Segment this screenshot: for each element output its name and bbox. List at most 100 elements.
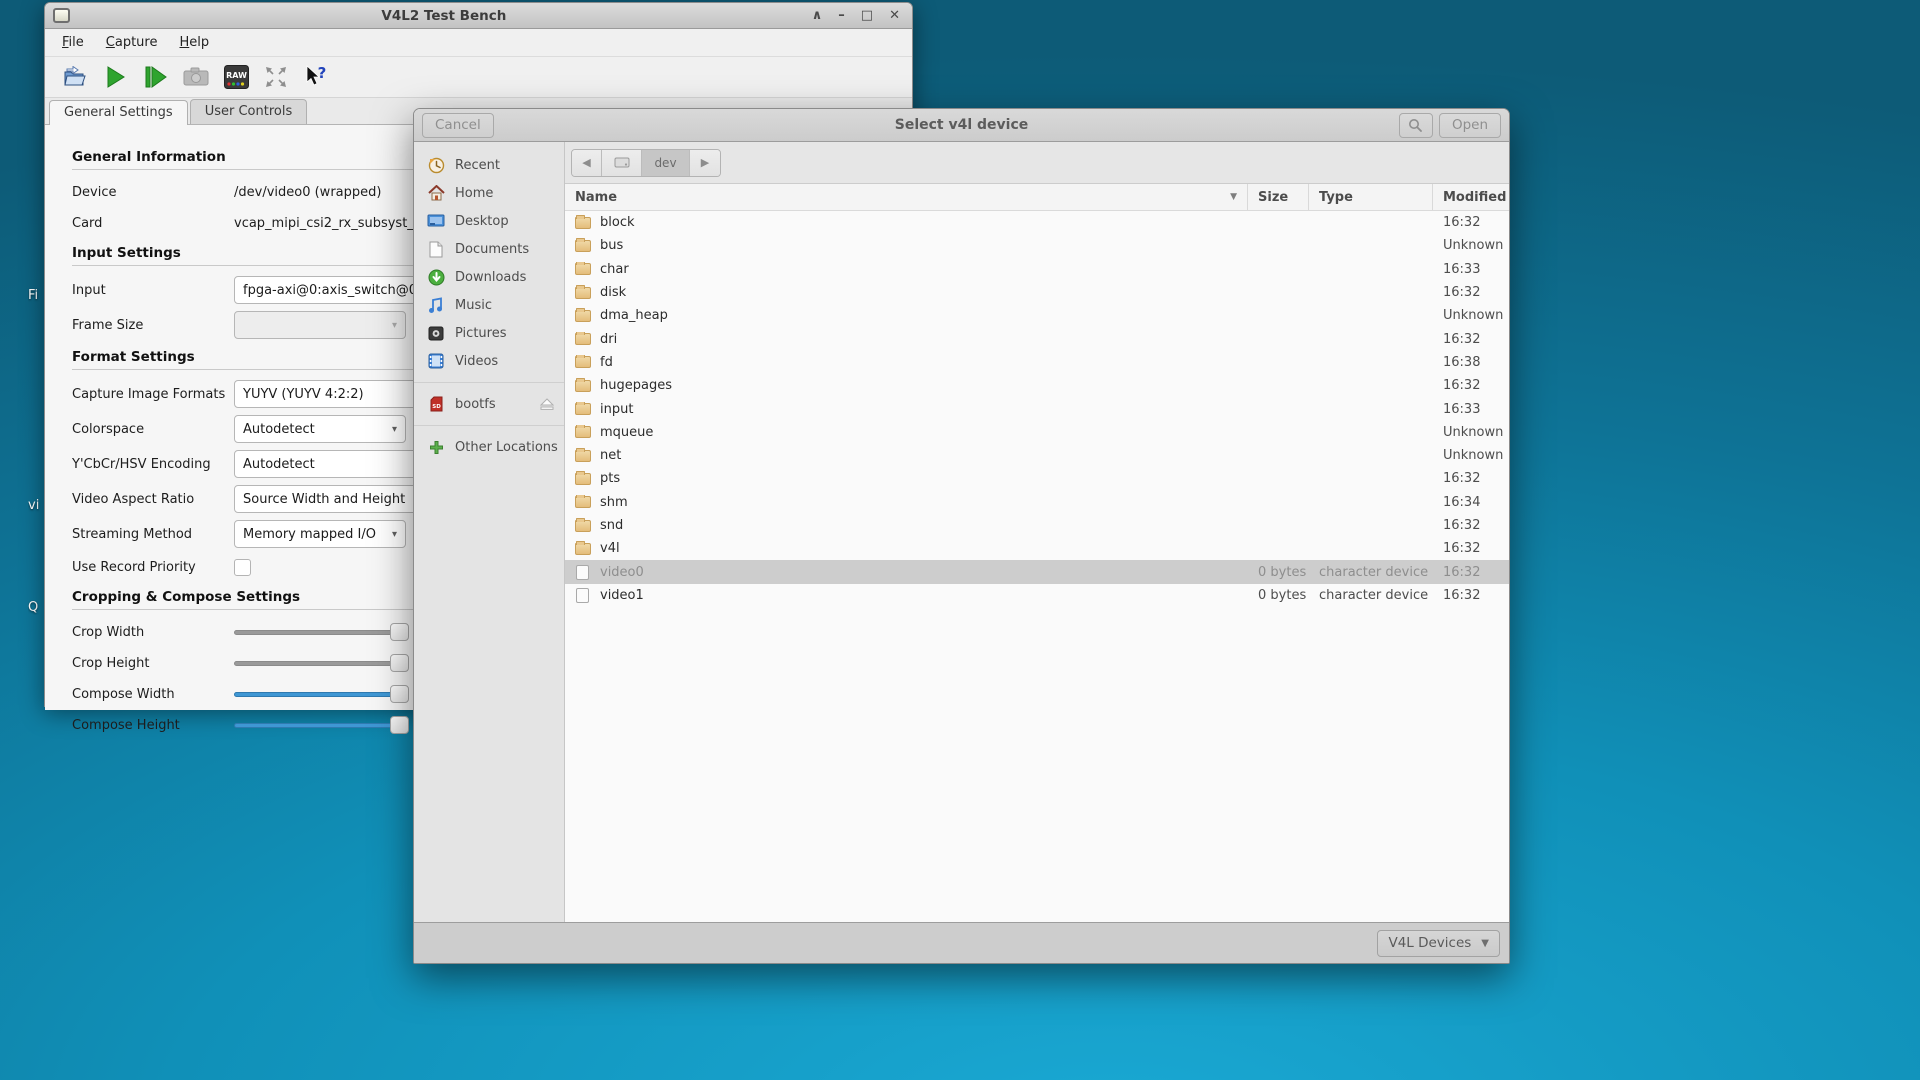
maximize-button[interactable]: □ <box>861 9 873 22</box>
sidebar-item-pictures[interactable]: Pictures <box>414 319 564 347</box>
sidebar-item-videos[interactable]: Videos <box>414 347 564 375</box>
path-back-button[interactable]: ◀ <box>572 150 602 176</box>
download-icon <box>427 269 445 286</box>
sidebar-item-recent[interactable]: Recent <box>414 151 564 179</box>
field-label: Capture Image Formats <box>72 387 234 402</box>
search-button[interactable] <box>1399 113 1433 138</box>
file-name: snd <box>600 518 623 533</box>
field-label: Colorspace <box>72 422 234 437</box>
colorspace-value: Autodetect <box>243 422 315 437</box>
colorspace-combobox[interactable]: Autodetect ▾ <box>234 415 406 443</box>
file-type: character device <box>1309 565 1433 580</box>
file-type-filter-combo[interactable]: V4L Devices ▼ <box>1377 930 1500 957</box>
streaming-method-combobox[interactable]: Memory mapped I/O▾ <box>234 520 406 548</box>
compose-width-slider[interactable] <box>234 685 401 703</box>
file-row-block[interactable]: block16:32 <box>565 211 1509 234</box>
file-modified: Unknown <box>1433 448 1509 463</box>
sidebar-separator <box>414 425 564 426</box>
file-modified: Unknown <box>1433 238 1509 253</box>
frame-size-combobox[interactable]: ▾ <box>234 311 406 339</box>
file-modified: 16:32 <box>1433 588 1509 603</box>
sidebar-item-documents[interactable]: Documents <box>414 235 564 263</box>
file-row-dma_heap[interactable]: dma_heapUnknown <box>565 304 1509 327</box>
column-header-type[interactable]: Type <box>1309 184 1433 210</box>
column-header-modified[interactable]: Modified <box>1433 184 1510 210</box>
file-name: shm <box>600 495 628 510</box>
shade-button[interactable]: ∧ <box>812 9 823 22</box>
compose-height-slider[interactable] <box>234 716 401 734</box>
path-forward-button[interactable]: ▶ <box>690 150 720 176</box>
file-row-dri[interactable]: dri16:32 <box>565 327 1509 350</box>
sidebar-item-music[interactable]: Music <box>414 291 564 319</box>
file-list: block16:32 bus Unknown char16:33disk16:32dm… <box>565 211 1509 922</box>
app-titlebar[interactable]: V4L2 Test Bench ∧–□✕ <box>45 3 912 29</box>
sidebar-item-label: bootfs <box>455 397 540 412</box>
file-name: input <box>600 402 633 417</box>
file-row-video0[interactable]: video00 bytescharacter device16:32 <box>565 560 1509 583</box>
file-name: v4l <box>600 541 620 556</box>
device-value: /dev/video0 (wrapped) <box>234 185 381 200</box>
sidebar-item-downloads[interactable]: Downloads <box>414 263 564 291</box>
sidebar-item-bootfs[interactable]: SDbootfs <box>414 390 564 418</box>
file-row-disk[interactable]: disk16:32 <box>565 281 1509 304</box>
column-header-name[interactable]: Name ▼ <box>565 184 1248 210</box>
file-row-fd[interactable]: fd16:38 <box>565 351 1509 374</box>
desktop-icon-label[interactable]: Q <box>28 600 44 615</box>
open-button[interactable]: Open <box>1439 113 1501 138</box>
tab-user-controls[interactable]: User Controls <box>190 99 308 124</box>
use-record-priority-checkbox[interactable] <box>234 559 251 576</box>
resize-button[interactable] <box>261 63 291 91</box>
dialog-header[interactable]: Cancel Select v4l device Open <box>414 109 1509 142</box>
file-row-video1[interactable]: video10 bytescharacter device16:32 <box>565 584 1509 607</box>
eject-icon[interactable] <box>540 398 554 410</box>
save-raw-button[interactable]: RAW <box>221 63 251 91</box>
sidebar-item-home[interactable]: Home <box>414 179 564 207</box>
sidebar-item-other-locations[interactable]: Other Locations <box>414 433 564 461</box>
sidebar-item-desktop[interactable]: Desktop <box>414 207 564 235</box>
menu-capture[interactable]: Capture <box>97 32 167 53</box>
slider-handle[interactable] <box>390 716 409 734</box>
file-modified: 16:32 <box>1433 215 1509 230</box>
slider-track <box>234 630 401 635</box>
y-cbcr-hsv-encoding-value: Autodetect <box>243 457 315 472</box>
crop-height-slider[interactable] <box>234 654 401 672</box>
folder-icon <box>575 520 591 532</box>
folder-icon <box>575 473 591 485</box>
cancel-button[interactable]: Cancel <box>422 113 494 138</box>
slider-handle[interactable] <box>390 685 409 703</box>
capture-start-button[interactable] <box>101 63 131 91</box>
open-file-button[interactable] <box>61 63 91 91</box>
file-row-net[interactable]: netUnknown <box>565 444 1509 467</box>
close-button[interactable]: ✕ <box>889 9 900 22</box>
minimize-button[interactable]: – <box>838 9 845 22</box>
file-size: 0 bytes <box>1248 588 1309 603</box>
slider-handle[interactable] <box>390 623 409 641</box>
file-row-input[interactable]: input16:33 <box>565 397 1509 420</box>
file-modified: 16:32 <box>1433 332 1509 347</box>
file-row-char[interactable]: char16:33 <box>565 258 1509 281</box>
capture-step-button[interactable] <box>141 63 171 91</box>
path-segment-dev[interactable]: dev <box>642 150 690 176</box>
file-row-hugepages[interactable]: hugepages16:32 <box>565 374 1509 397</box>
file-row-mqueue[interactable]: mqueueUnknown <box>565 421 1509 444</box>
file-row-shm[interactable]: shm16:34 <box>565 491 1509 514</box>
file-row-pts[interactable]: pts16:32 <box>565 467 1509 490</box>
chevron-down-icon: ▾ <box>392 424 397 435</box>
menu-file[interactable]: File <box>53 32 93 53</box>
menu-help[interactable]: Help <box>170 32 218 53</box>
crop-width-slider[interactable] <box>234 623 401 641</box>
path-drive-button[interactable] <box>602 150 642 176</box>
column-header-size[interactable]: Size <box>1248 184 1309 210</box>
snapshot-button[interactable] <box>181 63 211 91</box>
file-row-v4l[interactable]: v4l16:32 <box>565 537 1509 560</box>
desktop-icon-label[interactable]: vi <box>28 498 44 513</box>
slider-handle[interactable] <box>390 654 409 672</box>
file-row-snd[interactable]: snd16:32 <box>565 514 1509 537</box>
tab-general-settings[interactable]: General Settings <box>49 100 188 125</box>
sidebar-item-label: Documents <box>455 242 554 257</box>
file-row-bus[interactable]: bus Unknown <box>565 234 1509 257</box>
whats-this-button[interactable]: ? <box>301 63 331 91</box>
drive-icon <box>614 156 630 169</box>
file-name: bus <box>600 238 623 253</box>
desktop-icon-label[interactable]: Fi <box>28 288 44 303</box>
